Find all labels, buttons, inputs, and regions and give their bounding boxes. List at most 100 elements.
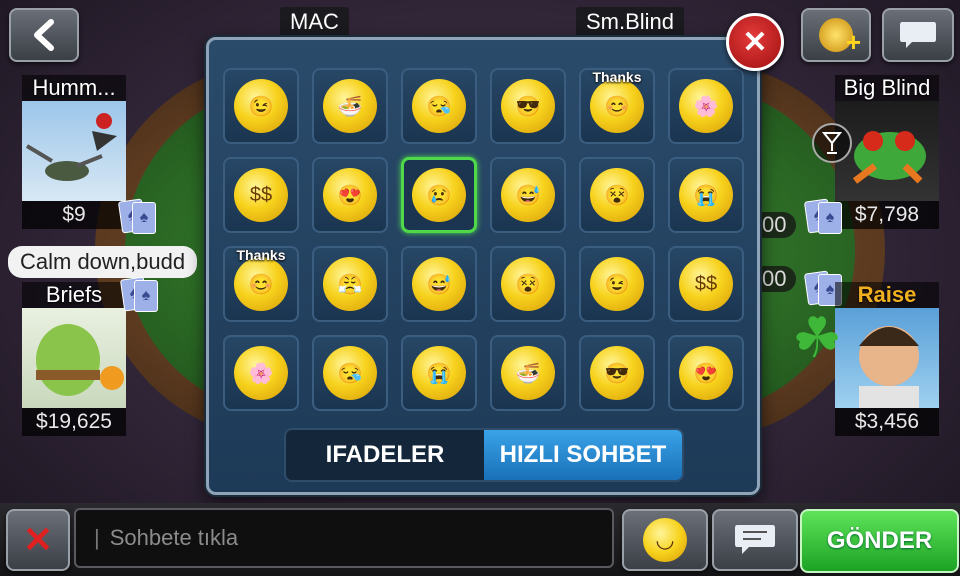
player-chips: $9 [22, 201, 126, 229]
chevron-left-icon [34, 19, 54, 51]
emoji-cell-heart-eyes[interactable]: 😍 [312, 157, 388, 233]
emoji-cell-angry-puff[interactable]: 😤 [312, 246, 388, 322]
close-icon: ✕ [22, 519, 54, 560]
player-seat-bottom-left[interactable]: Briefs $19,625 [22, 282, 126, 436]
emoji-eating-ramen-2-icon: 🍜 [501, 346, 555, 400]
player-chips: $7,798 [835, 201, 939, 229]
emoji-cell-dizzy[interactable]: 😵 [579, 157, 655, 233]
emoji-sad-crying-icon: 😢 [412, 168, 466, 222]
send-button[interactable]: GÖNDER [800, 509, 959, 573]
emoji-panel: 😉 🍜 😪 😎 😊 Thanks 🌸 $$ 😍 😢 😅 😵 😭 😊 Thanks 😤 😅 😵 😉 $$ 🌸 😪 😭 🍜 😎 😍 I… [206, 37, 760, 495]
chat-lines-icon [735, 525, 775, 554]
emoji-cell-laughing-sweat[interactable]: 😅 [490, 157, 566, 233]
panel-tabs: IFADELER HIZLI SOHBET [284, 428, 684, 482]
emoji-tag: Thanks [592, 69, 642, 85]
emoji-glyph: 😅 [515, 184, 541, 207]
drink-glass-icon[interactable] [812, 123, 852, 163]
emoji-crying-hard-2-icon: 😭 [412, 346, 466, 400]
emoji-cell-flower-smile[interactable]: 🌸 [668, 68, 744, 144]
emoji-glyph: 😭 [693, 184, 719, 207]
emoji-glyph: 😉 [604, 273, 630, 296]
emoji-cell-wink-thumbs-up-2[interactable]: 😉 [579, 246, 655, 322]
emoji-cell-crying-hard[interactable]: 😭 [668, 157, 744, 233]
clover-icon: ☘ [792, 306, 843, 369]
add-chips-icon: + [819, 18, 861, 57]
emoji-cell-dizzy-2[interactable]: 😵 [490, 246, 566, 322]
emoji-cell-money-eyes-2[interactable]: $$ [668, 246, 744, 322]
player-name: Briefs [22, 282, 126, 308]
emoji-cell-eating-ramen-2[interactable]: 🍜 [490, 335, 566, 411]
dealer-label: MAC [280, 7, 349, 37]
emoji-wink-thumbs-up-icon: 😉 [234, 79, 288, 133]
tab-ifadeler[interactable]: IFADELER [286, 430, 484, 480]
emoji-cell-heart-eyes-2[interactable]: 😍 [668, 335, 744, 411]
emoji-thanks-smile-2-icon: 😊 Thanks [234, 247, 288, 311]
emoji-dizzy-icon: 😵 [590, 168, 644, 222]
emoji-button[interactable]: ◡ [622, 509, 708, 571]
emoji-eating-ramen-icon: 🍜 [323, 79, 377, 133]
small-blind-label: Sm.Blind [576, 7, 685, 37]
emoji-glyph: 😪 [337, 362, 363, 385]
emoji-cool-sunglasses-2-icon: 😎 [590, 346, 644, 400]
emoji-glyph: 😢 [426, 184, 452, 207]
back-button[interactable] [9, 8, 79, 62]
emoji-sleepy-sweat-2-icon: 😪 [323, 346, 377, 400]
emoji-cool-sunglasses-icon: 😎 [501, 79, 555, 133]
emoji-crying-hard-icon: 😭 [679, 168, 733, 222]
smiley-icon: ◡ [643, 518, 687, 562]
emoji-glyph: $$ [694, 272, 718, 295]
emoji-glyph: 🍜 [515, 362, 541, 385]
emoji-flower-smile-2-icon: 🌸 [234, 346, 288, 400]
emoji-glyph: 😭 [426, 362, 452, 385]
player-name: Humm... [22, 75, 126, 101]
emoji-cell-eating-ramen[interactable]: 🍜 [312, 68, 388, 144]
emoji-cell-crying-hard-2[interactable]: 😭 [401, 335, 477, 411]
chat-input[interactable]: | Sohbete tıkla [74, 508, 614, 568]
emoji-sleepy-sweat-icon: 😪 [412, 79, 466, 133]
emoji-thanks-smile-icon: 😊 Thanks [590, 69, 644, 133]
emoji-glyph: 😅 [426, 273, 452, 296]
player-seat-bottom-right[interactable]: Raise $3,456 [835, 282, 939, 436]
emoji-cell-money-eyes[interactable]: $$ [223, 157, 299, 233]
emoji-glyph: 🌸 [693, 95, 719, 118]
emoji-cell-flower-smile-2[interactable]: 🌸 [223, 335, 299, 411]
player-seat-top-right[interactable]: Big Blind $7,798 [835, 75, 939, 229]
chat-toggle-button[interactable] [882, 8, 954, 62]
emoji-glyph: 😵 [604, 184, 630, 207]
emoji-glyph: 😉 [248, 95, 274, 118]
buy-chips-button[interactable]: + [801, 8, 871, 62]
emoji-glyph: 😪 [426, 95, 452, 118]
player-cards: ♠♠ [117, 198, 156, 234]
quick-chat-button[interactable] [712, 509, 798, 571]
emoji-glyph: 😍 [693, 362, 719, 385]
cancel-chat-button[interactable]: ✕ [6, 509, 70, 571]
emoji-wink-thumbs-up-2-icon: 😉 [590, 257, 644, 311]
close-panel-button[interactable]: ✕ [726, 13, 784, 71]
emoji-glyph: 😎 [515, 95, 541, 118]
emoji-glyph: 🍜 [337, 95, 363, 118]
player-cards: ♠♠ [119, 276, 158, 312]
emoji-glyph: $$ [249, 183, 273, 206]
emoji-laughing-sweat-icon: 😅 [501, 168, 555, 222]
emoji-cell-sleepy-sweat[interactable]: 😪 [401, 68, 477, 144]
chat-placeholder: Sohbete tıkla [109, 525, 239, 550]
emoji-cell-cool-sunglasses[interactable]: 😎 [490, 68, 566, 144]
emoji-heart-eyes-2-icon: 😍 [679, 346, 733, 400]
chat-bubble: Calm down,budd [8, 246, 198, 278]
emoji-glyph: 😵 [515, 273, 541, 296]
player-chips: $19,625 [22, 408, 126, 436]
emoji-glyph: 😊 [604, 95, 630, 118]
emoji-glyph: 😎 [604, 362, 630, 385]
emoji-tag: Thanks [236, 247, 286, 263]
emoji-cell-sleepy-sweat-2[interactable]: 😪 [312, 335, 388, 411]
emoji-cell-cool-sunglasses-2[interactable]: 😎 [579, 335, 655, 411]
emoji-grid: 😉 🍜 😪 😎 😊 Thanks 🌸 $$ 😍 😢 😅 😵 😭 😊 Thanks 😤 😅 😵 😉 $$ 🌸 😪 😭 🍜 😎 😍 [223, 68, 744, 411]
emoji-cell-laughing-sweat-2[interactable]: 😅 [401, 246, 477, 322]
emoji-glyph: 😤 [337, 273, 363, 296]
player-seat-top-left[interactable]: Humm... $9 [22, 75, 126, 229]
emoji-cell-sad-crying[interactable]: 😢 [401, 157, 477, 233]
emoji-cell-thanks-smile-2[interactable]: 😊 Thanks [223, 246, 299, 322]
emoji-cell-wink-thumbs-up[interactable]: 😉 [223, 68, 299, 144]
emoji-cell-thanks-smile[interactable]: 😊 Thanks [579, 68, 655, 144]
tab-hizli-sohbet[interactable]: HIZLI SOHBET [484, 430, 682, 480]
